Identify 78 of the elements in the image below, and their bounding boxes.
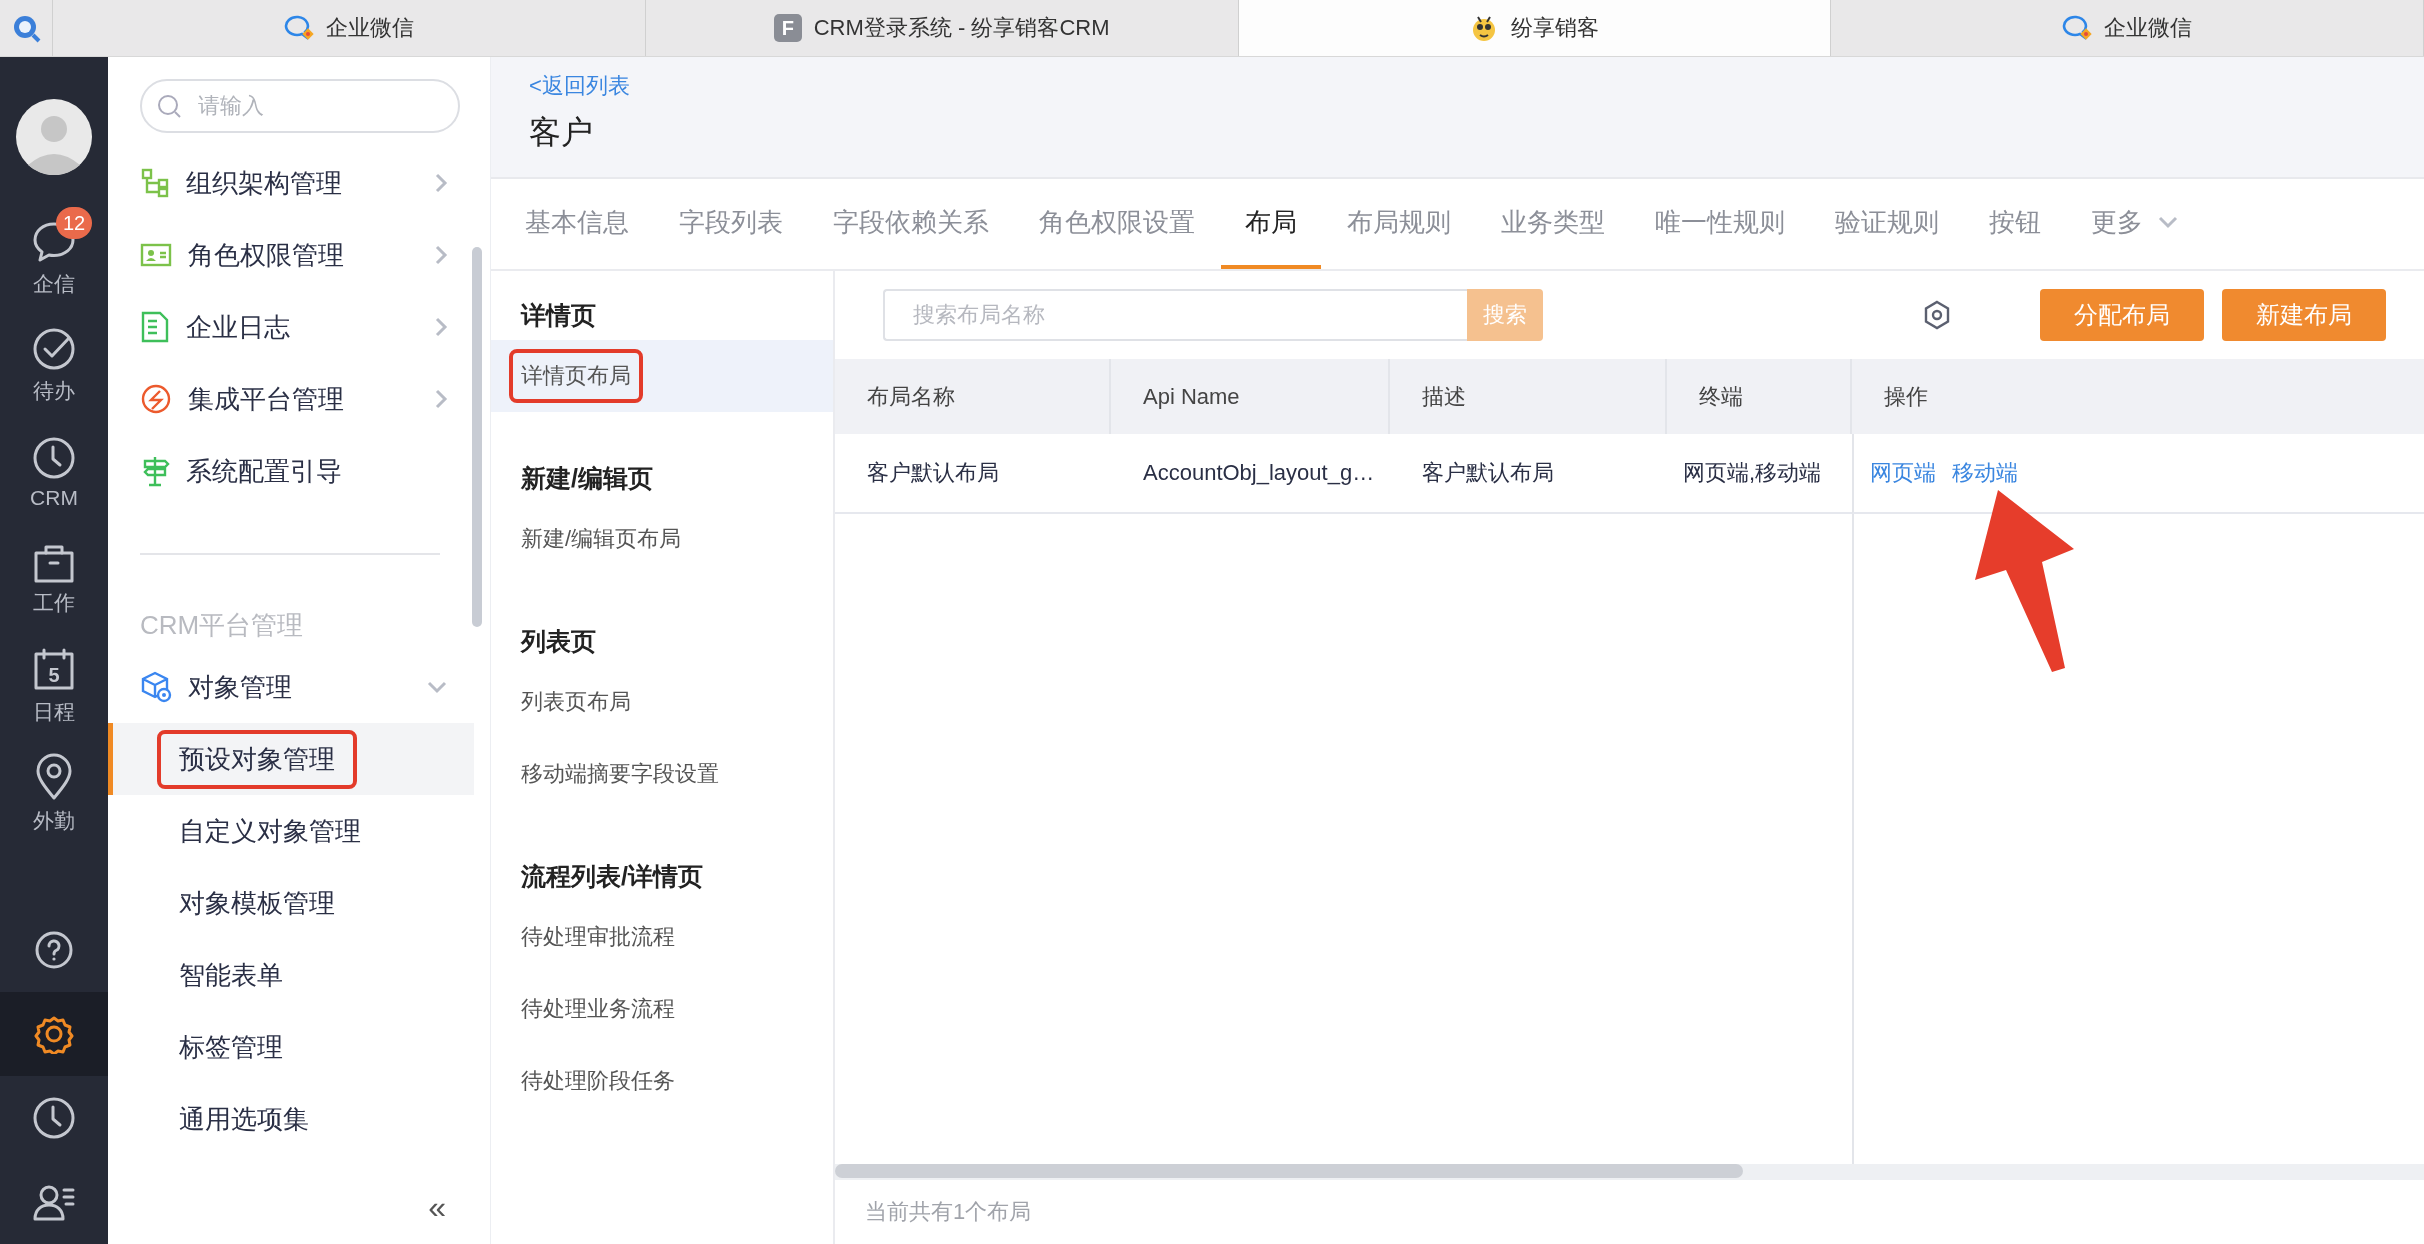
column-header: 布局名称 (835, 359, 1111, 434)
browser-tab[interactable]: 企业微信 (53, 0, 646, 56)
table-cell: 客户默认布局 (1390, 434, 1667, 514)
nav-rail-button[interactable] (0, 992, 108, 1076)
person-silhouette-icon (16, 99, 92, 175)
settings-menu-item[interactable]: 集成平台管理 (108, 363, 490, 435)
section-title: 流程列表/详情页 (520, 861, 704, 892)
highlight-outline: 预设对象管理 (157, 729, 357, 789)
document-icon (140, 311, 170, 343)
browser-tab[interactable]: 纷享销客 (1238, 0, 1832, 56)
tab[interactable]: 布局 (1221, 179, 1321, 269)
avatar[interactable] (16, 99, 92, 175)
letter-icon: F (773, 14, 802, 42)
highlight-outline: 详情页布局 (509, 349, 643, 403)
settings-submenu-item[interactable]: 自定义对象管理 (108, 795, 474, 867)
chat-bubble-icon (2062, 14, 2093, 42)
chat-bubble-icon (283, 14, 314, 42)
settings-menu-item[interactable]: 组织架构管理 (108, 147, 490, 219)
settings-submenu-item[interactable]: 智能表单 (108, 939, 474, 1011)
settings-icon[interactable] (1922, 300, 1952, 330)
checkmark-circle-icon (32, 326, 76, 371)
nav-rail-item[interactable]: 5 日程 (0, 633, 108, 740)
layout-nav-item[interactable]: 列表页布局 (491, 666, 833, 738)
browser-tab[interactable]: 企业微信 (1831, 0, 2424, 56)
table-cell: AccountObj_layout_g… (1111, 434, 1390, 514)
nav-rail-item[interactable]: 企信 12 (0, 205, 108, 312)
section-title: 新建/编辑页 (520, 463, 654, 494)
browser-tab[interactable]: F CRM登录系统 - 纷享销客CRM (645, 0, 1239, 56)
section-label: CRM平台管理 (139, 609, 305, 642)
collapse-button[interactable]: « (428, 1189, 446, 1226)
settings-icon (34, 1014, 74, 1054)
map-pin-icon (34, 752, 74, 801)
layout-nav-item[interactable]: 待处理阶段任务 (491, 1045, 833, 1117)
layout-nav-item[interactable]: 详情页布局 (491, 340, 833, 412)
nav-rail-item[interactable]: CRM (0, 419, 108, 526)
layout-nav-item[interactable]: 待处理审批流程 (491, 901, 833, 973)
org-chart-icon (140, 168, 170, 198)
record-count: 当前共有1个布局 (864, 1198, 1033, 1226)
chevron-down-icon (426, 680, 448, 694)
column-header: Api Name (1111, 359, 1390, 434)
column-header: 操作 (1852, 359, 2424, 434)
section-title: 详情页 (519, 300, 597, 331)
settings-menu-group[interactable]: 对象管理 (108, 651, 490, 723)
magnifier-app-icon (11, 13, 41, 43)
scrollbar-thumb[interactable] (835, 1164, 1743, 1178)
nav-rail-item[interactable]: 外勤 (0, 740, 108, 847)
scrollbar-thumb[interactable] (472, 247, 482, 627)
id-card-icon (140, 242, 172, 268)
settings-menu-item[interactable]: 角色权限管理 (108, 219, 490, 291)
nav-rail-item[interactable]: 工作 (0, 526, 108, 633)
link[interactable]: 移动端 (1952, 458, 2018, 488)
browser-tab[interactable] (0, 0, 53, 56)
table-cell: 客户默认布局 (835, 434, 1111, 514)
search-field[interactable]: 请输入 (140, 79, 460, 133)
settings-menu-item[interactable]: 企业日志 (108, 291, 490, 363)
layout-nav-item[interactable]: 待处理业务流程 (491, 973, 833, 1045)
column-header: 描述 (1390, 359, 1667, 434)
link[interactable]: 网页端 (1870, 458, 1936, 488)
table-cell: 网页端,移动端 (1667, 434, 1852, 514)
search-field[interactable]: 搜索布局名称 (883, 289, 1467, 341)
clock-icon (32, 1096, 76, 1140)
layout-nav-item[interactable]: 移动端摘要字段设置 (491, 738, 833, 810)
settings-submenu-item[interactable]: 对象模板管理 (108, 867, 474, 939)
column-header: 终端 (1667, 359, 1852, 434)
integration-icon (140, 383, 172, 415)
page-title: 客户 (529, 113, 594, 152)
nav-rail-item[interactable]: 待办 (0, 312, 108, 419)
help-icon (34, 930, 74, 970)
layout-nav-item[interactable]: 新建/编辑页布局 (491, 503, 833, 575)
clock-icon (32, 435, 76, 480)
settings-submenu-item[interactable]: 预设对象管理 (108, 723, 474, 795)
section-title: 列表页 (519, 626, 597, 657)
settings-submenu-item[interactable]: 标签管理 (108, 1011, 474, 1083)
cube-gear-icon (140, 671, 172, 703)
settings-submenu-item[interactable]: 通用选项集 (108, 1083, 474, 1155)
unread-count-badge: 12 (56, 207, 92, 239)
search-icon (156, 93, 182, 119)
settings-menu-item[interactable]: 系统配置引导 (108, 435, 490, 507)
